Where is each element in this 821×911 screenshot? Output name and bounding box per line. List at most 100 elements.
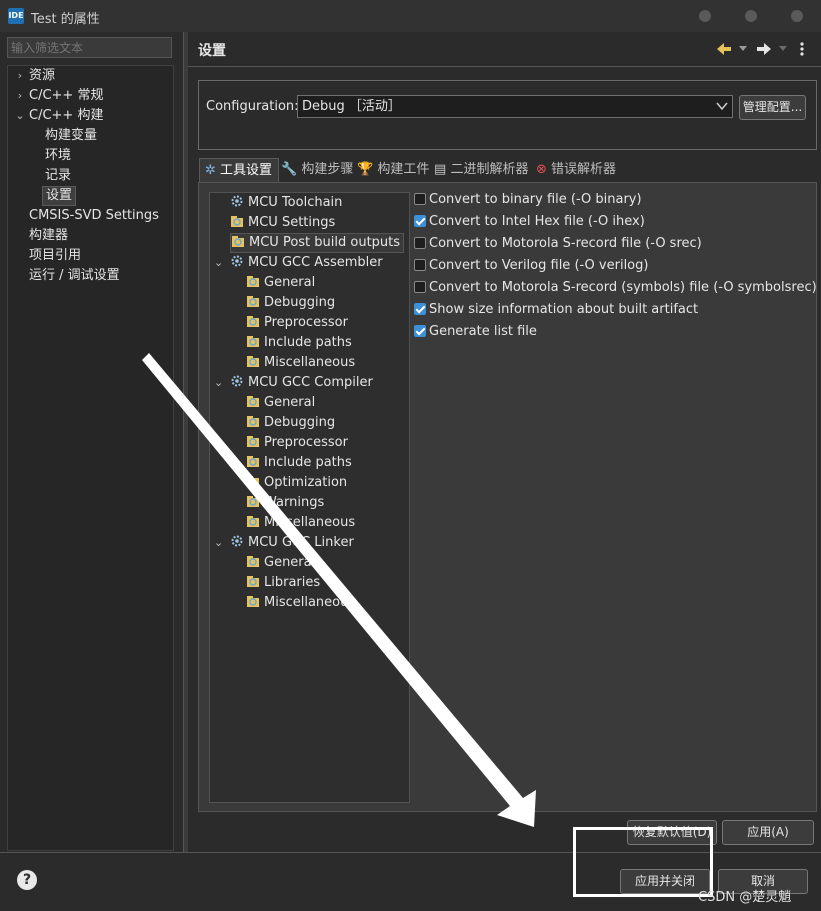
tree-item[interactable]: Miscellaneous xyxy=(246,513,355,533)
sidebar-item-cpp-general[interactable]: › C/C++ 常规 xyxy=(14,86,104,106)
tab-tool-settings[interactable]: ✲ 工具设置 xyxy=(199,158,279,183)
gear-folder-icon xyxy=(246,514,260,528)
chevron-down-icon[interactable]: ⌄ xyxy=(14,106,26,126)
more-vertical-icon[interactable] xyxy=(799,41,805,57)
panel-splitter[interactable] xyxy=(183,32,188,852)
sidebar-item-project-references[interactable]: 项目引用 xyxy=(29,246,81,266)
tab-build-artifact[interactable]: 🏆 构建工件 xyxy=(357,158,429,182)
tree-item[interactable]: Warnings xyxy=(246,493,324,513)
gear-icon xyxy=(230,374,244,388)
manage-configurations-button[interactable]: 管理配置... xyxy=(739,95,806,120)
option-label: Convert to Motorola S-record (symbols) f… xyxy=(429,280,817,295)
sidebar-item-cpp-build[interactable]: ⌄ C/C++ 构建 xyxy=(14,106,103,126)
chevron-right-icon[interactable]: › xyxy=(14,66,26,86)
tab-error-parsers[interactable]: ⊗ 错误解析器 xyxy=(536,158,616,182)
tree-item-label: MCU GCC Compiler xyxy=(248,375,373,390)
sidebar-item-resources[interactable]: › 资源 xyxy=(14,66,55,86)
gear-folder-icon xyxy=(246,434,260,448)
configuration-select[interactable]: Debug ［活动］ xyxy=(297,95,733,118)
close-button[interactable] xyxy=(791,10,803,22)
checkbox[interactable] xyxy=(414,303,426,315)
tree-item[interactable]: MCU Post build outputs xyxy=(230,233,405,253)
tree-item[interactable]: Preprocessor xyxy=(246,313,348,333)
tree-item[interactable]: ⌄ MCU GCC Linker xyxy=(214,533,354,553)
checkbox[interactable] xyxy=(414,325,426,337)
gear-folder-icon xyxy=(246,294,260,308)
sidebar-item-logging[interactable]: 记录 xyxy=(45,166,71,186)
gear-folder-icon xyxy=(246,354,260,368)
tab-label: 工具设置 xyxy=(220,163,273,178)
sidebar-item-environment[interactable]: 环境 xyxy=(45,146,71,166)
tree-item[interactable]: Debugging xyxy=(246,293,335,313)
tree-item-label: Preprocessor xyxy=(264,315,348,330)
option-row[interactable]: Convert to Motorola S-record (symbols) f… xyxy=(414,278,817,298)
configuration-label: Configuration: xyxy=(206,99,299,114)
option-row[interactable]: Convert to Intel Hex file (-O ihex) xyxy=(414,212,645,232)
tab-build-steps[interactable]: 🔧 构建步骤 xyxy=(281,158,353,182)
sidebar-item-settings[interactable]: 设置 xyxy=(42,186,77,206)
tree-item[interactable]: Preprocessor xyxy=(246,433,348,453)
option-row[interactable]: Convert to Verilog file (-O verilog) xyxy=(414,256,648,276)
option-row[interactable]: Convert to binary file (-O binary) xyxy=(414,190,642,210)
tree-item[interactable]: MCU Toolchain xyxy=(230,193,342,213)
gear-folder-icon xyxy=(246,314,260,328)
filter-input[interactable] xyxy=(7,37,172,58)
chevron-down-icon[interactable]: ⌄ xyxy=(214,253,223,273)
gear-folder-icon xyxy=(246,574,260,588)
tree-item[interactable]: General xyxy=(246,553,315,573)
sidebar-item-cmsis-svd[interactable]: CMSIS-SVD Settings xyxy=(29,206,159,226)
tree-item-label: Miscellaneous xyxy=(264,515,356,530)
sidebar-item-build-variables[interactable]: 构建变量 xyxy=(45,126,97,146)
binary-file-icon: ▤ xyxy=(434,162,447,177)
tree-item[interactable]: Optimization xyxy=(246,473,347,493)
back-arrow-icon[interactable] xyxy=(716,42,732,56)
tree-item[interactable]: Include paths xyxy=(246,333,352,353)
option-label: Convert to binary file (-O binary) xyxy=(429,192,642,207)
tab-binary-parsers[interactable]: ▤ 二进制解析器 xyxy=(434,158,528,182)
apply-button[interactable]: 应用(A) xyxy=(722,820,814,845)
option-row[interactable]: Generate list file xyxy=(414,322,537,342)
tree-item-label: Debugging xyxy=(264,415,336,430)
gear-folder-icon xyxy=(231,234,245,248)
tree-item-label: Include paths xyxy=(264,455,352,470)
chevron-right-icon[interactable]: › xyxy=(14,86,26,106)
gear-folder-icon xyxy=(246,454,260,468)
tree-item[interactable]: Miscellaneous xyxy=(246,353,355,373)
configuration-value: Debug ［活动］ xyxy=(302,99,401,114)
option-row[interactable]: Show size information about built artifa… xyxy=(414,300,698,320)
sidebar-item-label: 资源 xyxy=(29,68,56,83)
chevron-down-icon[interactable]: ⌄ xyxy=(214,533,223,553)
checkbox[interactable] xyxy=(414,281,426,293)
checkbox[interactable] xyxy=(414,193,426,205)
tree-item[interactable]: MCU Settings xyxy=(230,213,335,233)
forward-arrow-icon[interactable] xyxy=(756,42,772,56)
gear-icon xyxy=(230,254,244,268)
chevron-down-icon[interactable]: ⌄ xyxy=(214,373,223,393)
tree-item[interactable]: Libraries xyxy=(246,573,320,593)
tree-item-label: MCU Toolchain xyxy=(248,195,343,210)
watermark: CSDN @楚灵魈 xyxy=(698,890,792,905)
tree-item[interactable]: Miscellaneous xyxy=(246,593,355,613)
tree-item[interactable]: Debugging xyxy=(246,413,335,433)
tree-item[interactable]: Include paths xyxy=(246,453,352,473)
maximize-button[interactable] xyxy=(745,10,757,22)
option-row[interactable]: Convert to Motorola S-record file (-O sr… xyxy=(414,234,702,254)
forward-dropdown-icon[interactable] xyxy=(779,46,787,52)
sidebar-item-builders[interactable]: 构建器 xyxy=(29,226,68,246)
tree-item-label: General xyxy=(264,275,316,290)
checkbox[interactable] xyxy=(414,215,426,227)
sidebar-item-run-debug[interactable]: 运行 / 调试设置 xyxy=(29,266,120,286)
back-dropdown-icon[interactable] xyxy=(739,46,747,52)
tree-item[interactable]: ⌄ MCU GCC Assembler xyxy=(214,253,383,273)
chevron-down-icon[interactable] xyxy=(716,102,728,111)
tree-item[interactable]: General xyxy=(246,273,315,293)
tree-item[interactable]: ⌄ MCU GCC Compiler xyxy=(214,373,373,393)
checkbox[interactable] xyxy=(414,237,426,249)
window-title: Test 的属性 xyxy=(31,12,100,27)
tree-item[interactable]: General xyxy=(246,393,315,413)
checkbox[interactable] xyxy=(414,259,426,271)
gear-folder-icon xyxy=(246,474,260,488)
help-icon[interactable]: ? xyxy=(17,870,37,890)
option-label: Convert to Motorola S-record file (-O sr… xyxy=(429,236,702,251)
minimize-button[interactable] xyxy=(699,10,711,22)
